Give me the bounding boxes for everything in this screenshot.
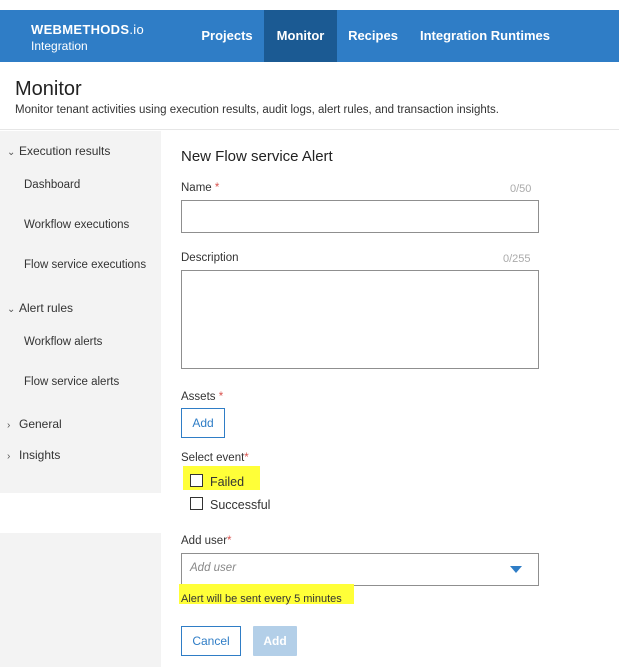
- assets-label-text: Assets: [181, 391, 216, 403]
- page-title: Monitor: [15, 78, 82, 100]
- cancel-button[interactable]: Cancel: [181, 626, 241, 656]
- sidebar-active-highlight: [0, 493, 161, 533]
- description-char-counter: 0/255: [503, 253, 531, 265]
- required-mark: *: [214, 182, 220, 194]
- add-button[interactable]: Add: [253, 626, 297, 656]
- name-label: Name *: [181, 182, 219, 194]
- name-char-counter: 0/50: [510, 183, 532, 195]
- chevron-right-icon: ›: [7, 451, 11, 462]
- select-event-label-text: Select event: [181, 452, 245, 464]
- sidebar-group-general[interactable]: › General: [7, 417, 62, 431]
- description-label: Description: [181, 252, 239, 264]
- brand-name-text: WEBMETHODS: [31, 22, 130, 37]
- form-title: New Flow service Alert: [181, 148, 333, 165]
- chevron-down-icon: ⌄: [7, 147, 16, 158]
- sidebar-item-workflow-alerts[interactable]: Workflow alerts: [24, 336, 102, 348]
- dropdown-caret-icon[interactable]: [510, 566, 522, 573]
- tab-monitor[interactable]: Monitor: [264, 10, 337, 62]
- successful-checkbox-label[interactable]: Successful: [210, 498, 270, 512]
- alert-frequency-hint: Alert will be sent every 5 minutes: [181, 593, 342, 605]
- chevron-right-icon: ›: [7, 420, 11, 431]
- sidebar-item-flow-service-alerts[interactable]: Flow service alerts: [24, 376, 119, 388]
- brand-subtitle: Integration: [31, 39, 88, 53]
- required-mark: *: [244, 452, 249, 464]
- successful-checkbox[interactable]: [190, 497, 203, 510]
- add-user-placeholder: Add user: [190, 562, 237, 574]
- add-assets-button[interactable]: Add: [181, 408, 225, 438]
- sidebar-group-alert-rules[interactable]: ⌄ Alert rules: [7, 301, 73, 315]
- select-event-label: Select event*: [181, 452, 249, 464]
- failed-checkbox[interactable]: [190, 474, 203, 487]
- header-divider: [0, 129, 619, 130]
- tab-integration-runtimes[interactable]: Integration Runtimes: [409, 10, 561, 62]
- sidebar-item-flow-service-executions[interactable]: Flow service executions: [24, 259, 146, 271]
- brand-suffix: .io: [129, 22, 144, 37]
- name-label-text: Name: [181, 182, 212, 194]
- tab-recipes[interactable]: Recipes: [337, 10, 409, 62]
- sidebar-group-execution-results[interactable]: ⌄ Execution results: [7, 144, 110, 158]
- page-description: Monitor tenant activities using executio…: [15, 104, 499, 116]
- sidebar-item-dashboard[interactable]: Dashboard: [24, 179, 80, 191]
- assets-label: Assets *: [181, 391, 223, 403]
- sidebar-group-label: Execution results: [19, 144, 111, 158]
- sidebar-item-workflow-executions[interactable]: Workflow executions: [24, 219, 129, 231]
- required-mark: *: [218, 391, 224, 403]
- sidebar-group-label: Alert rules: [19, 301, 74, 315]
- brand-name: WEBMETHODS.io: [31, 22, 144, 37]
- add-user-label: Add user*: [181, 535, 232, 547]
- sidebar-group-label: General: [19, 417, 62, 431]
- failed-checkbox-label[interactable]: Failed: [210, 475, 244, 489]
- sidebar-group-insights[interactable]: › Insights: [7, 448, 60, 462]
- sidebar-group-label: Insights: [19, 448, 61, 462]
- add-user-label-text: Add user: [181, 535, 228, 547]
- chevron-down-icon: ⌄: [7, 304, 16, 315]
- name-input[interactable]: [181, 200, 539, 233]
- tab-projects[interactable]: Projects: [190, 10, 264, 62]
- required-mark: *: [227, 535, 232, 547]
- description-textarea[interactable]: [181, 270, 539, 369]
- brand-logo[interactable]: WEBMETHODS.io Integration: [31, 22, 144, 53]
- sidebar: [0, 131, 161, 667]
